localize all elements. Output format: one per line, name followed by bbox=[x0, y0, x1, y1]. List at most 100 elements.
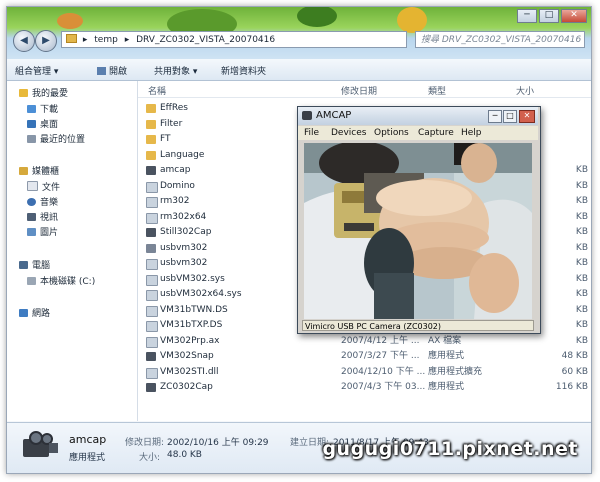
menu-item-help[interactable]: Help bbox=[461, 128, 482, 138]
detail-modified-value: 2002/10/16 上午 09:29 bbox=[167, 438, 269, 448]
file-name: VM302Snap bbox=[160, 351, 214, 361]
file-name: usbvm302 bbox=[160, 242, 208, 253]
amcap-maximize-button[interactable]: □ bbox=[503, 110, 517, 123]
back-button[interactable]: ◀ bbox=[13, 30, 35, 52]
open-button[interactable]: 開啟 bbox=[97, 64, 127, 77]
file-type: 應用程式 bbox=[428, 351, 465, 361]
application-icon bbox=[146, 228, 156, 237]
amcap-title: AMCAP bbox=[316, 110, 352, 121]
forward-button[interactable]: ▶ bbox=[35, 30, 57, 52]
file-size: KB bbox=[575, 289, 588, 299]
network-icon bbox=[19, 309, 28, 317]
folder-icon bbox=[146, 119, 156, 129]
file-name: usbVM302x64.sys bbox=[160, 289, 242, 299]
folder-icon bbox=[66, 34, 77, 43]
sidebar-item-desktop[interactable]: 桌面 bbox=[27, 118, 58, 132]
file-size: KB bbox=[575, 180, 588, 191]
column-header-size[interactable]: 大小 bbox=[516, 84, 534, 97]
file-icon bbox=[146, 305, 158, 317]
sidebar-item-label: 下載 bbox=[40, 105, 59, 115]
file-name: amcap bbox=[160, 165, 191, 175]
sidebar-item-computer[interactable]: 電腦 bbox=[19, 259, 50, 273]
file-name: rm302x64 bbox=[160, 211, 207, 222]
file-name: Language bbox=[160, 149, 205, 160]
file-icon bbox=[146, 212, 158, 224]
file-date: 2007/4/3 下午 03... bbox=[341, 382, 426, 392]
share-button[interactable]: 共用對象 ▾ bbox=[154, 64, 197, 77]
column-header-name[interactable]: 名稱 bbox=[148, 84, 166, 97]
file-name: Still302Cap bbox=[160, 227, 212, 237]
amcap-close-button[interactable]: ✕ bbox=[519, 110, 535, 123]
folder-icon bbox=[146, 135, 156, 144]
breadcrumb-item[interactable]: temp bbox=[94, 35, 118, 45]
sidebar-item-libraries[interactable]: 媒體櫃 bbox=[19, 165, 59, 179]
file-name: FT bbox=[160, 134, 171, 144]
address-bar[interactable]: ▸ temp ▸ DRV_ZC0302_VISTA_20070416 bbox=[61, 31, 407, 48]
search-input[interactable]: 搜尋 DRV_ZC0302_VISTA_20070416 bbox=[415, 31, 585, 48]
file-size: KB bbox=[575, 242, 588, 253]
file-icon bbox=[146, 321, 158, 332]
column-header-type[interactable]: 類型 bbox=[428, 84, 446, 97]
sidebar-item-pictures[interactable]: 圖片 bbox=[27, 226, 58, 240]
amcap-minimize-button[interactable]: ─ bbox=[488, 110, 502, 123]
folder-icon bbox=[146, 150, 156, 160]
file-name: ZC0302Cap bbox=[160, 382, 213, 392]
file-size: 116 KB bbox=[555, 382, 588, 392]
new-folder-button[interactable]: 新增資料夾 bbox=[221, 64, 266, 77]
file-icon bbox=[146, 197, 158, 208]
sidebar-item-recent[interactable]: 最近的位置 bbox=[27, 133, 85, 147]
file-size: KB bbox=[575, 304, 588, 315]
watermark-text: gugugi0711.pixnet.net bbox=[322, 438, 578, 460]
webcam-preview bbox=[304, 143, 532, 319]
recent-places-icon bbox=[27, 135, 36, 143]
file-size: KB bbox=[575, 320, 588, 330]
navigation-pane: 我的最愛 下載 桌面 最近的位置 媒體櫃 文件 音樂 視訊 圖片 電腦 本機磁碟… bbox=[7, 81, 138, 421]
file-row[interactable]: ZC0302Cap 2007/4/3 下午 03... 應用程式 116 KB bbox=[138, 380, 591, 395]
detail-size-value: 48.0 KB bbox=[167, 450, 202, 460]
file-row[interactable]: VM302Snap 2007/3/27 下午 ... 應用程式 48 KB bbox=[138, 349, 591, 364]
sidebar-item-local-disk[interactable]: 本機磁碟 (C:) bbox=[27, 275, 95, 289]
breadcrumb-item[interactable]: DRV_ZC0302_VISTA_20070416 bbox=[136, 35, 275, 45]
close-button[interactable]: ✕ bbox=[561, 9, 587, 23]
sidebar-item-favorites[interactable]: 我的最愛 bbox=[19, 87, 68, 101]
column-headers: 名稱 修改日期 類型 大小 bbox=[138, 81, 591, 98]
menu-item-capture[interactable]: Capture bbox=[418, 128, 454, 138]
sidebar-item-videos[interactable]: 視訊 bbox=[27, 211, 58, 225]
sidebar-item-label: 本機磁碟 (C:) bbox=[40, 277, 96, 287]
sidebar-item-label: 文件 bbox=[42, 183, 61, 193]
file-size: KB bbox=[575, 196, 588, 206]
file-icon bbox=[146, 181, 158, 193]
file-row[interactable]: VM302STI.dll 2004/12/10 下午 ... 應用程式擴充 60 KB bbox=[138, 365, 591, 380]
menu-item-devices[interactable]: Devices bbox=[331, 128, 366, 138]
picture-icon bbox=[27, 228, 36, 236]
sidebar-item-downloads[interactable]: 下載 bbox=[27, 103, 58, 117]
sidebar-item-label: 圖片 bbox=[40, 228, 59, 238]
menu-item-options[interactable]: Options bbox=[374, 128, 409, 138]
sidebar-item-documents[interactable]: 文件 bbox=[27, 181, 60, 195]
application-icon bbox=[146, 166, 156, 175]
webcam-frame-image bbox=[304, 143, 532, 319]
desktop-icon bbox=[27, 120, 36, 128]
download-icon bbox=[27, 105, 36, 113]
organize-button[interactable]: 組合管理 ▾ bbox=[15, 64, 58, 77]
file-name: usbvm302 bbox=[160, 258, 208, 268]
aero-glass-header: ─ □ ✕ ◀ ▶ ▸ temp ▸ DRV_ZC0302_VISTA_2007… bbox=[7, 7, 591, 59]
music-note-icon bbox=[27, 198, 36, 206]
file-row[interactable]: VM302Prp.ax 2007/4/12 上午 ... AX 檔案 KB bbox=[138, 334, 591, 349]
file-type: AX 檔案 bbox=[428, 335, 462, 346]
amcap-status-bar: Vimicro USB PC Camera (ZC0302) bbox=[302, 320, 534, 331]
column-header-date[interactable]: 修改日期 bbox=[341, 84, 377, 97]
file-size: KB bbox=[575, 165, 588, 175]
drive-icon bbox=[27, 277, 36, 285]
file-name: rm302 bbox=[160, 196, 190, 206]
sidebar-item-network[interactable]: 網路 bbox=[19, 307, 50, 321]
computer-icon bbox=[19, 261, 28, 269]
minimize-button[interactable]: ─ bbox=[517, 9, 537, 23]
maximize-button[interactable]: □ bbox=[539, 9, 559, 23]
application-icon bbox=[146, 383, 156, 392]
library-icon bbox=[19, 167, 28, 175]
amcap-menu-bar: File Devices Options Capture Help bbox=[298, 126, 538, 140]
sidebar-item-music[interactable]: 音樂 bbox=[27, 196, 58, 210]
menu-item-file[interactable]: File bbox=[304, 128, 319, 138]
file-icon bbox=[146, 367, 158, 379]
